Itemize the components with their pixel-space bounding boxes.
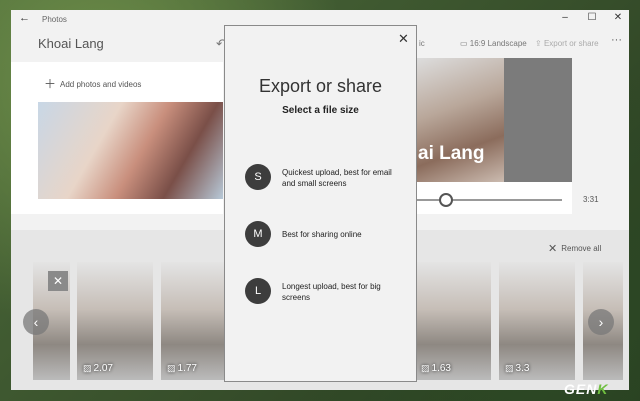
option-letter: S — [245, 164, 271, 190]
add-photos-label: Add photos and videos — [60, 80, 142, 89]
remove-all-label: Remove all — [561, 244, 602, 253]
dialog-subtitle: Select a file size — [282, 105, 359, 116]
storyboard-card[interactable]: ▨ 1.77 — [161, 262, 224, 380]
card-duration: ▨ 2.07 — [83, 363, 113, 374]
back-arrow-icon[interactable]: ← — [19, 12, 30, 24]
genk-watermark-logo: GENK — [564, 381, 608, 397]
image-icon: ▨ — [167, 363, 176, 373]
music-button[interactable]: ic — [419, 39, 425, 48]
option-description: Best for sharing online — [282, 230, 362, 239]
card-duration: ▨ 3.3 — [505, 363, 529, 374]
export-label: Export or share — [543, 39, 599, 48]
seek-bar-thumb[interactable] — [439, 193, 453, 207]
more-options-button[interactable]: ··· — [611, 34, 622, 46]
aspect-label: 16:9 Landscape — [469, 39, 527, 48]
card-duration: ▨ 1.63 — [421, 363, 451, 374]
minimize-button[interactable]: – — [555, 12, 575, 23]
close-button[interactable]: ✕ — [608, 12, 628, 23]
option-letter: M — [245, 221, 271, 247]
scroll-left-button[interactable]: ‹ — [23, 309, 49, 335]
dialog-close-button[interactable]: ✕ — [398, 31, 409, 47]
storyboard-card[interactable]: ▨ 2.07 — [77, 262, 153, 380]
remove-all-button[interactable]: ✕ Remove all — [548, 242, 601, 255]
export-icon: ⇪ — [535, 39, 544, 48]
card-remove-button[interactable]: ✕ — [48, 271, 68, 291]
image-icon: ▨ — [421, 363, 430, 373]
preview-letterbox — [504, 58, 572, 182]
add-photos-button[interactable]: ＋ Add photos and videos — [44, 75, 141, 92]
scroll-right-button[interactable]: › — [588, 309, 614, 335]
card-duration-value: 3.3 — [515, 363, 530, 374]
library-media-thumbnail[interactable] — [38, 102, 223, 199]
card-duration-value: 2.07 — [93, 363, 113, 374]
card-duration-value: 1.63 — [431, 363, 451, 374]
close-icon: ✕ — [548, 243, 558, 255]
total-duration: 3:31 — [583, 195, 599, 204]
export-share-button[interactable]: ⇪ Export or share — [535, 39, 599, 48]
app-title: Photos — [42, 15, 67, 24]
image-icon: ▨ — [505, 363, 514, 373]
export-dialog: ✕ Export or share Select a file size S Q… — [224, 25, 417, 382]
watermark-accent: K — [597, 381, 609, 397]
option-description: Quickest upload, best for email and smal… — [282, 168, 392, 188]
card-duration: ▨ 1.77 — [167, 363, 197, 374]
option-letter: L — [245, 278, 271, 304]
image-icon: ▨ — [83, 363, 92, 373]
storyboard-card[interactable]: ▨ 1.63 — [415, 262, 491, 380]
watermark-main: GEN — [564, 381, 598, 397]
project-title[interactable]: Khoai Lang — [38, 36, 104, 51]
option-description: Longest upload, best for big screens — [282, 282, 381, 302]
dialog-title: Export or share — [258, 76, 383, 96]
aspect-icon: ▭ — [460, 39, 470, 48]
preview-title-overlay: ai Lang — [418, 143, 485, 164]
aspect-ratio-button[interactable]: ▭ 16:9 Landscape — [460, 39, 527, 48]
card-duration-value: 1.77 — [177, 363, 197, 374]
storyboard-card[interactable]: ▨ 3.3 — [499, 262, 575, 380]
plus-icon: ＋ — [44, 77, 57, 91]
maximize-button[interactable]: ☐ — [582, 12, 602, 23]
